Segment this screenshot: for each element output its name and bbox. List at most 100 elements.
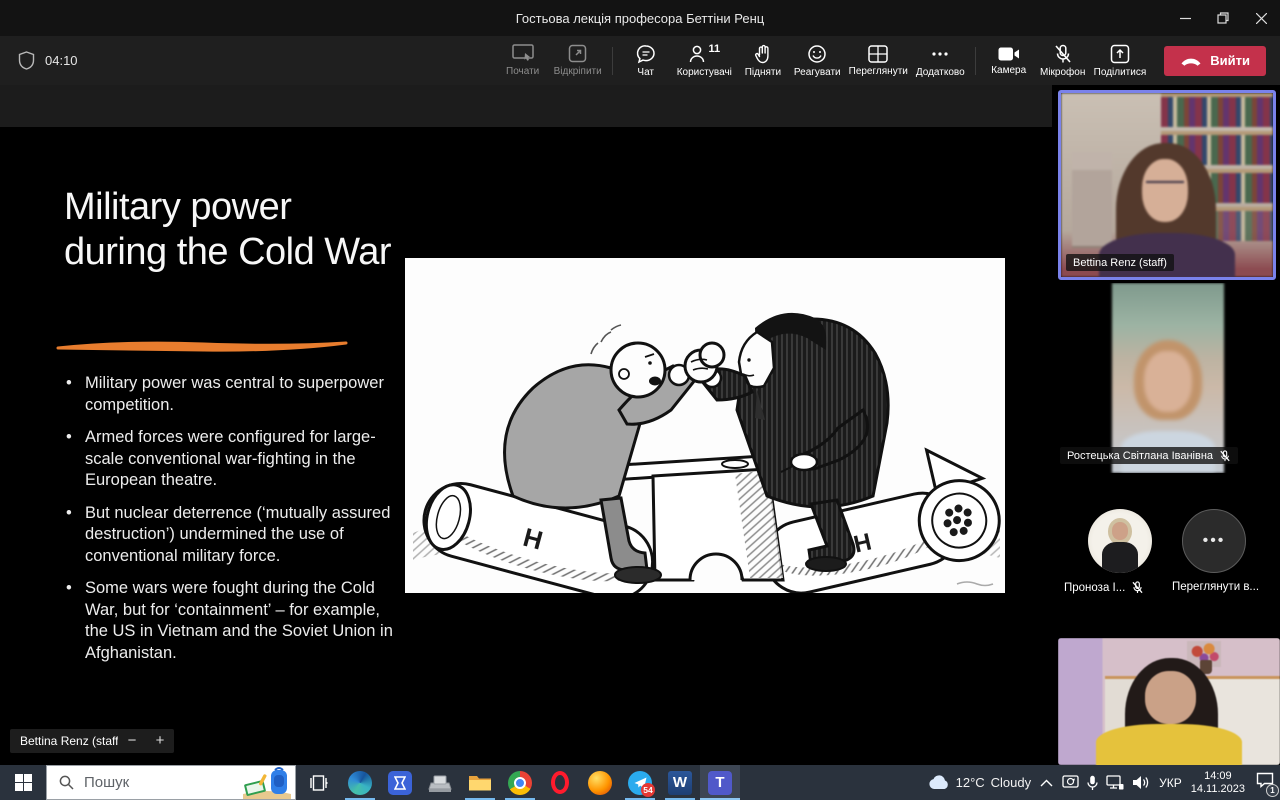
taskbar-app-word[interactable]: W — [660, 765, 700, 800]
view-button[interactable]: Переглянути — [845, 37, 912, 84]
taskbar-app-scanner[interactable] — [420, 765, 460, 800]
search-input[interactable] — [84, 774, 214, 791]
restore-button[interactable] — [1204, 0, 1242, 36]
camera-button[interactable]: Камера — [982, 37, 1036, 84]
date: 14.11.2023 — [1191, 783, 1245, 796]
slide-bullet: But nuclear deterrence (‘mutually assure… — [64, 503, 396, 568]
weather-condition: Cloudy — [991, 775, 1031, 790]
restore-icon — [1217, 12, 1229, 24]
share-button[interactable]: Поділитися — [1090, 37, 1151, 84]
slide-accent-underline — [54, 337, 350, 355]
taskbar-app-explorer[interactable] — [460, 765, 500, 800]
chat-icon — [636, 44, 656, 64]
more-options-button[interactable]: Додатково — [912, 37, 969, 84]
taskbar-app-edge[interactable] — [340, 765, 380, 800]
scanner-icon — [428, 773, 452, 793]
share-screen-icon — [1110, 44, 1130, 64]
unpin-button[interactable]: Відкріпити — [550, 37, 606, 84]
khrushchev-kennedy-arm-wrestle-cartoon: H H — [405, 258, 1005, 593]
cold-war-cartoon-image: H H — [405, 258, 1005, 593]
close-icon — [1256, 13, 1267, 24]
start-recording-button[interactable]: Почати — [496, 37, 550, 84]
stage-zoom-controls: − + — [118, 729, 174, 753]
teams-meeting-window: Гостьова лекція професора Беттіни Ренц 0… — [0, 0, 1280, 800]
toolbar-disabled-group: Почати Відкріпити — [496, 37, 606, 84]
view-more-label: Переглянути в... — [1172, 581, 1259, 593]
hangup-icon — [1180, 56, 1202, 66]
windows-taskbar: 54 W T 12°C Cloudy УКР 14:09 14.11.2023 — [0, 765, 1280, 800]
language-indicator[interactable]: УКР — [1159, 776, 1182, 790]
window-controls — [1166, 0, 1280, 36]
people-icon — [688, 44, 706, 64]
taskbar-app-chrome[interactable] — [500, 765, 540, 800]
stage-top-band — [0, 85, 1052, 127]
file-explorer-icon — [468, 773, 492, 793]
microphone-button[interactable]: Мікрофон — [1036, 37, 1090, 84]
firefox-icon — [588, 771, 612, 795]
taskbar-app-firefox[interactable] — [580, 765, 620, 800]
participant-tile-bottom[interactable] — [1058, 638, 1280, 765]
toolbar-separator — [975, 47, 976, 75]
meeting-title: Гостьова лекція професора Беттіни Ренц — [0, 11, 1280, 26]
view-more-participants-button[interactable]: ••• — [1182, 509, 1246, 573]
camera-on-icon — [998, 46, 1020, 62]
participants-count-badge: 11 — [708, 43, 720, 55]
taskbar-app-teams[interactable]: T — [700, 765, 740, 800]
search-highlight-art — [241, 766, 293, 799]
window-titlebar: Гостьова лекція професора Беттіни Ренц — [0, 0, 1280, 36]
minimize-button[interactable] — [1166, 0, 1204, 36]
shared-content-stage: Military power during the Cold War Milit… — [0, 85, 1052, 765]
mic-muted-icon — [1053, 44, 1073, 64]
action-center-button[interactable]: 1 — [1256, 772, 1274, 793]
start-button[interactable] — [0, 765, 46, 800]
cloud-icon — [928, 775, 950, 790]
telegram-icon: 54 — [628, 771, 652, 795]
zoom-out-button[interactable]: − — [118, 729, 146, 753]
task-view-button[interactable] — [296, 765, 340, 800]
participants-sidebar: Bettina Renz (staff) Ростецька Світлана … — [1052, 85, 1280, 765]
mic-muted-icon — [1219, 450, 1231, 462]
participant-tile-bettina[interactable]: Bettina Renz (staff) — [1058, 90, 1276, 280]
meeting-info: 04:10 — [18, 51, 78, 70]
raised-hand-icon — [754, 44, 772, 64]
windows-logo-icon — [15, 774, 32, 791]
volume-icon[interactable] — [1132, 775, 1150, 790]
device-sync-icon[interactable] — [1062, 775, 1079, 790]
meeting-toolbar: 04:10 Почати Відкріпити Чат 11 — [0, 36, 1280, 85]
ellipsis-icon — [930, 44, 950, 64]
taskbar-app-blue[interactable] — [380, 765, 420, 800]
close-button[interactable] — [1242, 0, 1280, 36]
leave-meeting-button[interactable]: Вийти — [1164, 46, 1266, 76]
opera-icon — [551, 771, 569, 794]
raise-hand-button[interactable]: Підняти — [736, 37, 790, 84]
chat-button[interactable]: Чат — [619, 37, 673, 84]
taskbar-app-opera[interactable] — [540, 765, 580, 800]
taskbar-clock[interactable]: 14:09 14.11.2023 — [1191, 770, 1245, 796]
edge-icon — [348, 771, 372, 795]
toolbar-center-group: Чат 11 Користувачі Підняти Реагувати Пер… — [619, 37, 969, 84]
taskbar-right-section: 12°C Cloudy УКР 14:09 14.11.2023 1 — [928, 765, 1280, 800]
slide-bullet: Military power was central to superpower… — [64, 373, 396, 416]
video-feed — [1061, 93, 1273, 277]
notification-count-badge: 1 — [1266, 784, 1279, 797]
ellipsis-icon: ••• — [1203, 532, 1226, 550]
zoom-in-button[interactable]: + — [146, 729, 174, 753]
blue-app-icon — [388, 771, 412, 795]
participants-button[interactable]: 11 Користувачі — [673, 37, 736, 84]
taskbar-app-telegram[interactable]: 54 — [620, 765, 660, 800]
participant-avatar-pronoza[interactable] — [1088, 509, 1152, 573]
video-feed — [1112, 283, 1224, 473]
tray-expand-chevron[interactable] — [1040, 779, 1053, 787]
tray-mic-icon[interactable] — [1087, 775, 1098, 791]
network-icon[interactable] — [1106, 775, 1124, 790]
task-view-icon — [309, 775, 328, 791]
toolbar-separator — [612, 47, 613, 75]
minimize-icon — [1180, 13, 1191, 24]
presenter-name-pill: Bettina Renz (staff) — [10, 729, 133, 753]
taskbar-weather-widget[interactable]: 12°C Cloudy — [928, 775, 1032, 790]
time: 14:09 — [1191, 770, 1245, 783]
taskbar-search-box[interactable] — [46, 765, 296, 800]
participant-tile-rostetska[interactable]: Ростецька Світлана Іванівна — [1058, 283, 1276, 473]
react-button[interactable]: Реагувати — [790, 37, 845, 84]
toolbar-device-group: Камера Мікрофон Поділитися — [982, 37, 1151, 84]
